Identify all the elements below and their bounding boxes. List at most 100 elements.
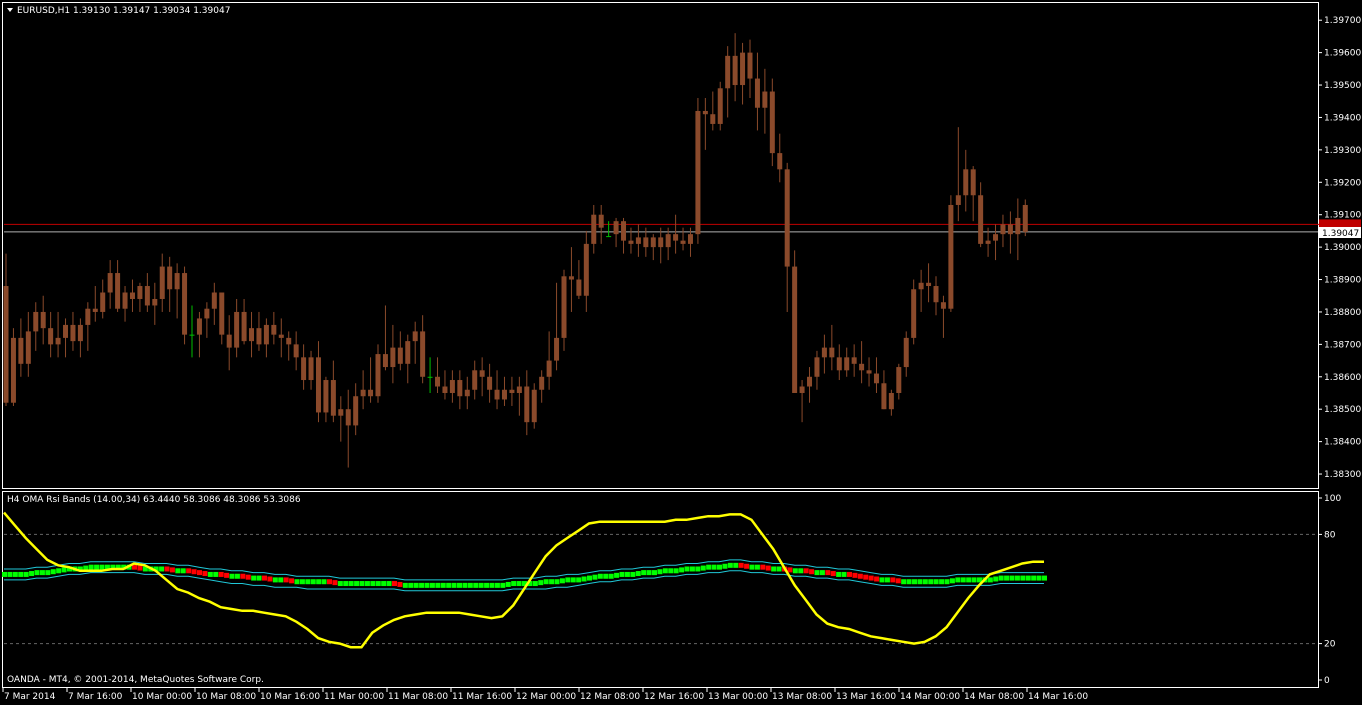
time-tick-label: 12 Mar 08:00	[580, 692, 640, 702]
signal-dot	[587, 575, 592, 581]
candle-body	[777, 153, 783, 170]
price-tick-label: 1.39000	[1324, 243, 1361, 253]
signal-dot	[689, 566, 695, 572]
signal-dot	[987, 577, 993, 583]
candle-body	[70, 324, 76, 342]
signal-dot	[56, 568, 62, 574]
candle-body	[435, 376, 441, 387]
price-tick-label: 1.39400	[1324, 113, 1361, 123]
signal-dot	[45, 570, 51, 576]
signal-dot	[245, 574, 251, 580]
signal-dot	[933, 579, 939, 585]
candle-body	[978, 195, 984, 244]
signal-dot	[484, 582, 490, 588]
candle-body	[591, 214, 597, 244]
candle-body	[918, 282, 924, 290]
symbol-header: EURUSD,H1 1.39130 1.39147 1.39034 1.3904…	[17, 6, 230, 16]
candle-body	[256, 328, 262, 345]
signal-dot	[922, 579, 928, 585]
candle-body	[301, 357, 307, 381]
candle-body	[263, 324, 269, 345]
signal-dot	[830, 571, 836, 577]
candle-body	[55, 337, 61, 345]
candle-body	[821, 347, 827, 358]
signal-dot	[278, 577, 284, 583]
signal-dot	[901, 579, 907, 585]
candle-body	[33, 311, 39, 332]
candle-body	[211, 292, 217, 309]
signal-dot	[776, 566, 782, 572]
signal-dot	[224, 572, 230, 578]
signal-dot	[1036, 575, 1042, 581]
time-tick-label: 7 Mar 2014	[4, 692, 56, 702]
candle-body	[249, 328, 255, 342]
time-tick-label: 14 Mar 08:00	[964, 692, 1024, 702]
copyright-label: OANDA - MT4, © 2001-2014, MetaQuotes Sof…	[7, 675, 264, 685]
candle-body	[576, 279, 582, 296]
signal-dot	[29, 571, 35, 577]
candle-body	[740, 52, 746, 86]
signal-dot	[402, 582, 408, 588]
candle-body	[100, 292, 106, 312]
signal-dot	[348, 581, 354, 587]
signal-dot	[695, 566, 701, 572]
signal-dot	[635, 571, 641, 577]
signal-dot	[619, 571, 625, 577]
signal-dot	[197, 570, 202, 576]
signal-dot	[294, 579, 300, 585]
candle-body	[1015, 217, 1021, 235]
signal-dot	[500, 582, 506, 588]
candle-body	[219, 292, 225, 335]
candle-body	[762, 91, 768, 108]
candle-body	[457, 380, 463, 397]
signal-dot	[516, 581, 522, 587]
signal-dot	[1042, 575, 1047, 581]
signal-dot	[251, 575, 257, 581]
candle-body	[501, 389, 507, 400]
signal-dot	[700, 565, 706, 571]
candle-body	[851, 357, 857, 364]
signal-dot	[603, 573, 609, 579]
candle-body	[420, 331, 426, 377]
price-tick-label: 1.39100	[1324, 211, 1361, 221]
signal-dot	[354, 581, 360, 587]
candle-body	[680, 240, 686, 244]
signal-dot	[375, 581, 381, 587]
signal-dot	[912, 579, 917, 585]
signal-dot	[754, 564, 760, 570]
signal-dot	[744, 563, 750, 569]
signal-dot	[451, 582, 457, 588]
candle-body	[204, 308, 210, 319]
candle-body	[561, 276, 567, 338]
candle-body	[449, 380, 455, 393]
signal-dot	[890, 577, 896, 583]
signal-dot	[538, 580, 544, 586]
signal-dot	[159, 566, 165, 572]
signal-dot	[240, 573, 246, 579]
signal-dot	[771, 566, 777, 572]
signal-dot	[343, 581, 349, 587]
time-tick-label: 12 Mar 16:00	[644, 692, 704, 702]
candle-body	[903, 337, 909, 368]
signal-dot	[576, 577, 582, 583]
candle-body	[807, 376, 813, 387]
signal-dot	[446, 582, 452, 588]
candle-body	[494, 389, 500, 400]
signal-dot	[429, 582, 435, 588]
signal-dot	[673, 568, 679, 574]
signal-dot	[299, 579, 305, 585]
candle-body	[635, 237, 641, 244]
candle-body	[382, 354, 388, 368]
signal-dot	[960, 577, 966, 583]
signal-dot	[511, 581, 517, 587]
signal-dot	[408, 582, 414, 588]
signal-dot	[641, 570, 647, 576]
candle-body	[896, 367, 902, 393]
signal-dot	[917, 579, 923, 585]
candle-body	[598, 214, 604, 228]
signal-dot	[884, 577, 890, 583]
candle-body	[315, 357, 321, 413]
signal-dot	[792, 568, 798, 574]
candle-body	[345, 409, 351, 426]
signal-dot	[657, 569, 663, 575]
